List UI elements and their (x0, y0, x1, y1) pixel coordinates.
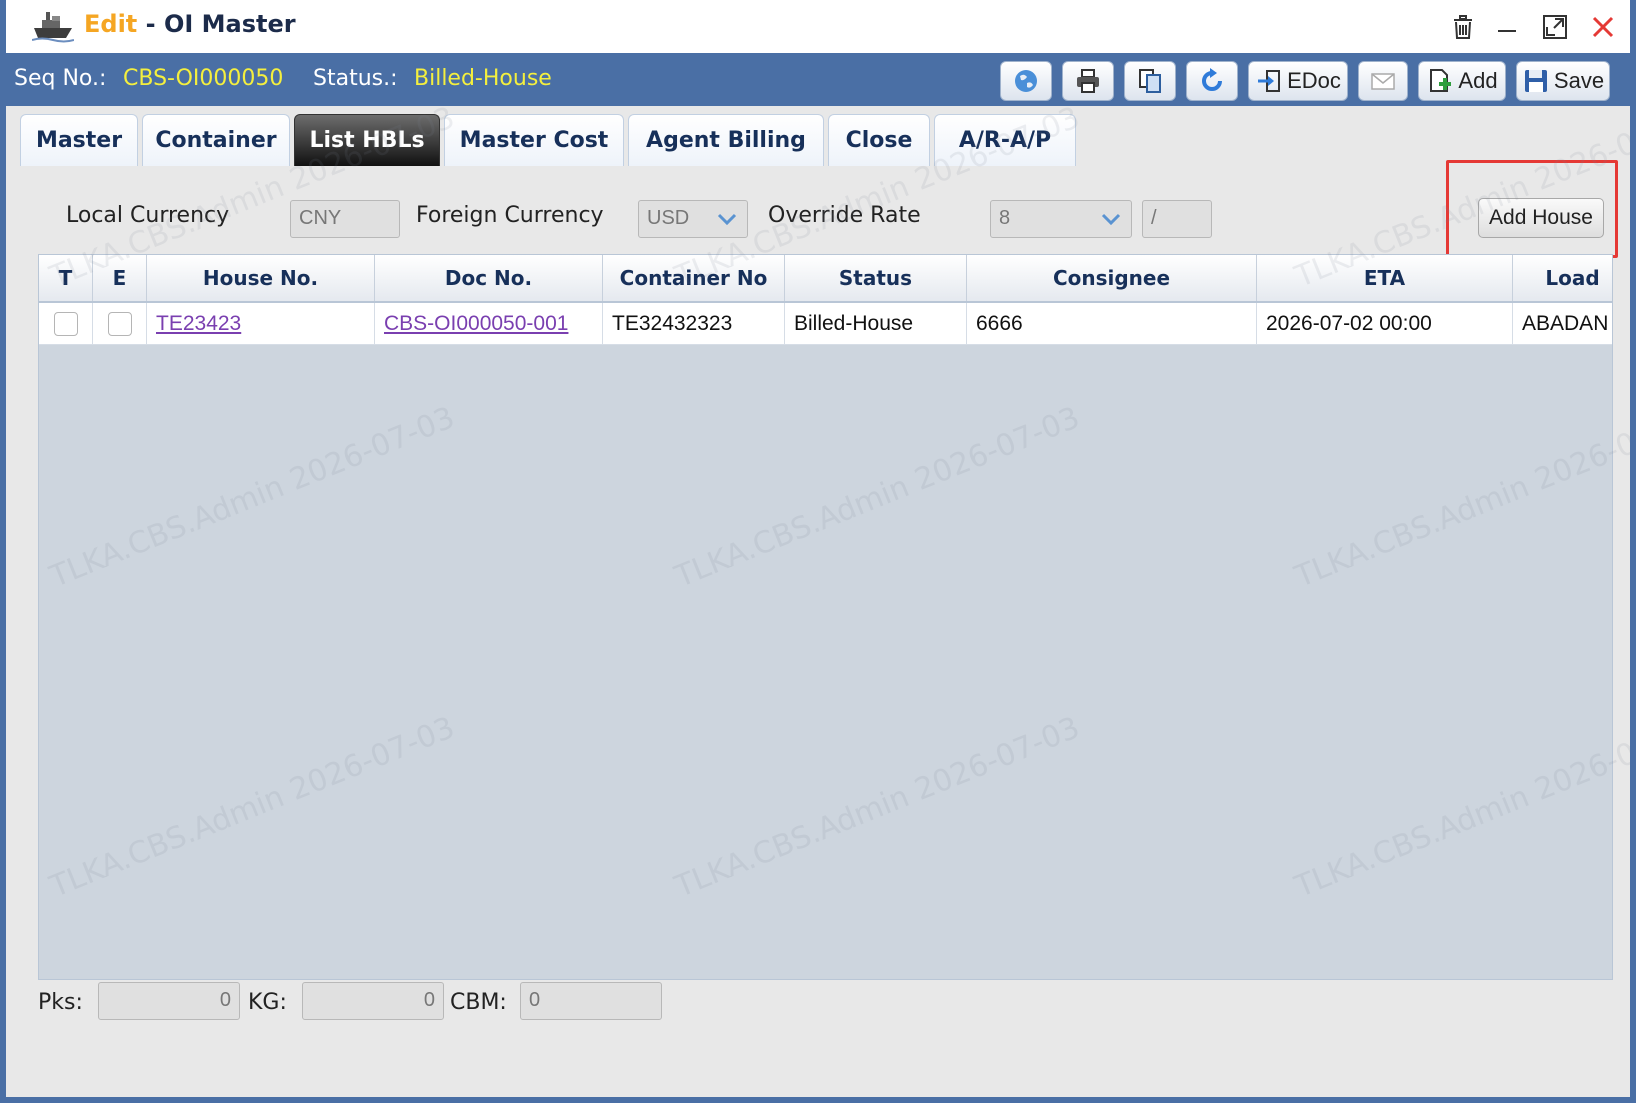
maximize-button[interactable] (1538, 10, 1572, 44)
floppy-disk-icon (1524, 70, 1547, 92)
cell-t (39, 303, 93, 344)
local-currency-label: Local Currency (66, 203, 230, 228)
list-hbls-panel: Local Currency CNY Foreign Currency USD … (16, 160, 1630, 1087)
status-label: Status.: (313, 66, 398, 91)
add-document-icon (1430, 69, 1452, 92)
close-icon (1592, 16, 1614, 38)
record-header: Seq No.: CBS-OI000050 Status.: Billed-Ho… (6, 53, 1630, 106)
edoc-button[interactable]: EDoc (1248, 61, 1348, 101)
cell-consignee: 6666 (967, 303, 1257, 344)
tab-master[interactable]: Master (20, 114, 138, 166)
override-rate-value: 8 (999, 207, 1011, 229)
tab-container[interactable]: Container (142, 114, 290, 166)
tab-list-hbls[interactable]: List HBLs (294, 114, 440, 166)
minimize-icon (1498, 30, 1516, 32)
envelope-icon (1371, 73, 1395, 90)
copy-icon (1139, 69, 1161, 93)
foreign-currency-value: USD (647, 207, 690, 229)
cbm-label: CBM: (450, 990, 507, 1015)
chevron-down-icon (1101, 213, 1121, 226)
override-rate-select[interactable]: 8 (990, 200, 1132, 238)
column-header-load[interactable]: Load (1513, 255, 1612, 301)
override-rate-label: Override Rate (768, 203, 921, 228)
window-title-text: OI Master (163, 10, 296, 38)
save-label: Save (1553, 68, 1605, 93)
trash-icon (1454, 15, 1472, 39)
column-header-consignee[interactable]: Consignee (967, 255, 1257, 301)
column-header-status[interactable]: Status (785, 255, 967, 301)
login-arrow-icon (1258, 70, 1281, 92)
refresh-button[interactable] (1186, 61, 1238, 101)
delete-button[interactable] (1446, 10, 1480, 44)
tab-ar-ap[interactable]: A/R-A/P (934, 114, 1076, 166)
cell-container-no: TE32432323 (603, 303, 785, 344)
column-header-e[interactable]: E (93, 255, 147, 301)
local-currency-field[interactable]: CNY (290, 200, 400, 238)
foreign-currency-select[interactable]: USD (638, 200, 748, 238)
hbl-grid: T E House No. Doc No. Container No Statu… (38, 254, 1613, 980)
doc-no-link[interactable]: CBS-OI000050-001 (384, 312, 568, 336)
cell-doc-no: CBS-OI000050-001 (375, 303, 603, 344)
column-header-eta[interactable]: ETA (1257, 255, 1513, 301)
printer-icon (1077, 69, 1099, 93)
e-checkbox[interactable] (107, 311, 132, 336)
table-row[interactable]: TE23423 CBS-OI000050-001 TE32432323 Bill… (39, 303, 1612, 345)
title-separator: - (137, 10, 164, 38)
pks-label: Pks: (38, 990, 83, 1015)
add-button[interactable]: Add (1418, 61, 1506, 101)
column-header-house-no[interactable]: House No. (147, 255, 375, 301)
tab-close[interactable]: Close (828, 114, 930, 166)
window-title: Edit - OI Master (84, 10, 296, 38)
oi-master-window: Edit - OI Master Seq No.: CBS-OI000050 S… (0, 0, 1636, 1103)
title-bar: Edit - OI Master (6, 0, 1630, 54)
kg-label: KG: (248, 990, 287, 1015)
minimize-button[interactable] (1490, 10, 1524, 44)
seq-no-value: CBS-OI000050 (123, 66, 284, 91)
house-no-link[interactable]: TE23423 (156, 312, 241, 336)
foreign-currency-label: Foreign Currency (416, 203, 604, 228)
edit-mode-label: Edit (84, 10, 138, 38)
edoc-label: EDoc (1287, 68, 1341, 93)
cell-status: Billed-House (785, 303, 967, 344)
cbm-field[interactable]: 0 (520, 982, 662, 1020)
refresh-icon (1202, 68, 1222, 91)
web-button[interactable] (1000, 61, 1052, 101)
close-button[interactable] (1586, 10, 1620, 44)
grid-header: T E House No. Doc No. Container No Statu… (39, 255, 1612, 303)
pks-field[interactable]: 0 (98, 982, 240, 1020)
tab-master-cost[interactable]: Master Cost (444, 114, 624, 166)
copy-button[interactable] (1124, 61, 1176, 101)
tab-agent-billing[interactable]: Agent Billing (628, 114, 824, 166)
add-house-button[interactable]: Add House (1478, 198, 1604, 238)
seq-no-label: Seq No.: (14, 66, 107, 91)
override-rate-divider-field[interactable]: / (1142, 200, 1212, 238)
email-button[interactable] (1358, 61, 1408, 101)
globe-icon (1015, 70, 1037, 92)
kg-field[interactable]: 0 (302, 982, 444, 1020)
save-button[interactable]: Save (1516, 61, 1610, 101)
status-value: Billed-House (414, 66, 552, 91)
cell-e (93, 303, 147, 344)
ship-icon (32, 12, 74, 43)
add-label: Add (1458, 68, 1498, 93)
column-header-container-no[interactable]: Container No (603, 255, 785, 301)
print-button[interactable] (1062, 61, 1114, 101)
cell-load: ABADAN (1513, 303, 1612, 344)
t-checkbox[interactable] (53, 311, 78, 336)
column-header-doc-no[interactable]: Doc No. (375, 255, 603, 301)
maximize-icon (1543, 15, 1567, 39)
cell-house-no: TE23423 (147, 303, 375, 344)
column-header-t[interactable]: T (39, 255, 93, 301)
cell-eta: 2026-07-02 00:00 (1257, 303, 1513, 344)
chevron-down-icon (717, 213, 737, 226)
